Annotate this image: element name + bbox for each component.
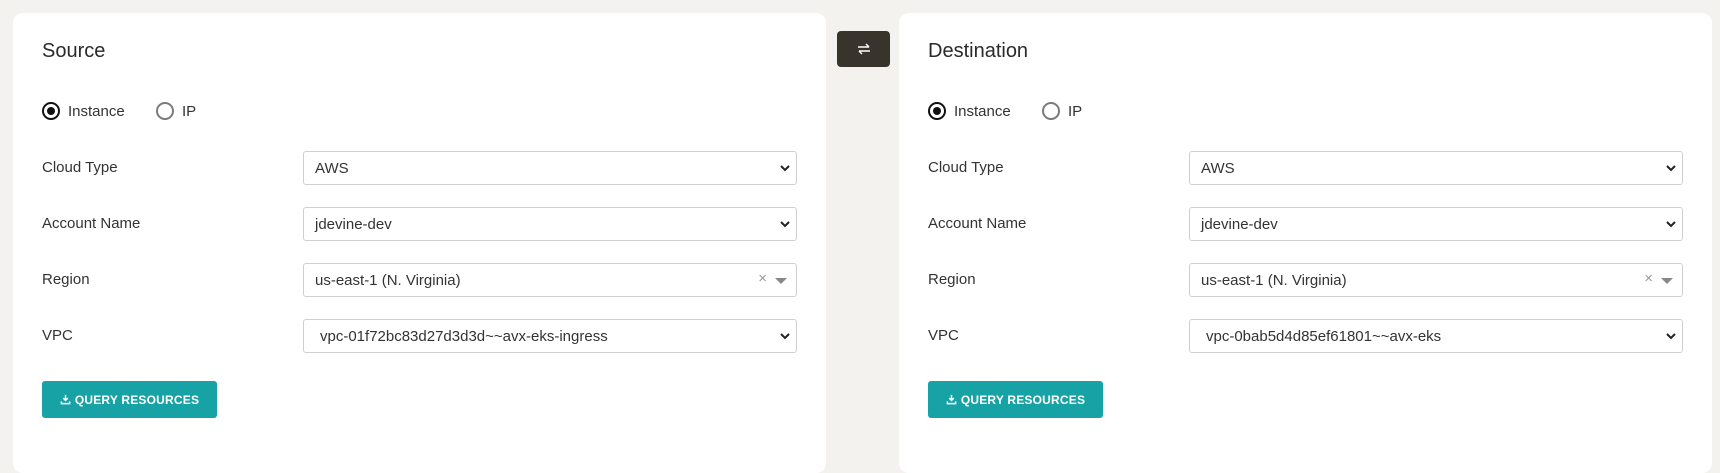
destination-account-name-select[interactable]: jdevine-dev: [1189, 207, 1683, 241]
source-cloud-type-value: AWS: [315, 159, 349, 177]
swap-button[interactable]: [837, 31, 890, 67]
chevron-down-icon: [1666, 221, 1676, 228]
source-account-name-label: Account Name: [42, 215, 141, 232]
caret-down-icon[interactable]: [1661, 278, 1673, 284]
destination-title: Destination: [928, 40, 1029, 62]
destination-query-resources-button[interactable]: QUERY RESOURCES: [928, 381, 1103, 418]
source-cloud-type-label: Cloud Type: [42, 159, 118, 176]
source-vpc-label: VPC: [42, 327, 73, 344]
source-query-resources-button[interactable]: QUERY RESOURCES: [42, 381, 217, 418]
radio-checked-icon: [928, 102, 946, 120]
download-icon: [60, 394, 71, 405]
chevron-down-icon: [1666, 165, 1676, 172]
source-radio-instance[interactable]: Instance: [42, 99, 125, 123]
source-cloud-type-select[interactable]: AWS: [303, 151, 797, 185]
source-region-clear-icon[interactable]: ×: [758, 270, 767, 287]
destination-region-label: Region: [928, 271, 976, 288]
radio-checked-icon: [42, 102, 60, 120]
source-radio-instance-label: Instance: [68, 102, 125, 120]
destination-vpc-select[interactable]: vpc-0bab5d4d85ef61801~~avx-eks: [1189, 319, 1683, 353]
source-radio-ip-label: IP: [182, 102, 197, 120]
destination-panel: Destination Instance IP Cloud Type AWS A…: [899, 13, 1712, 473]
source-account-name-value: jdevine-dev: [315, 215, 392, 233]
source-panel: Source Instance IP Cloud Type AWS Accoun…: [13, 13, 826, 473]
destination-region-value: us-east-1 (N. Virginia): [1201, 271, 1347, 289]
source-title: Source: [42, 40, 106, 62]
chevron-down-icon: [780, 221, 790, 228]
swap-arrows-icon: [857, 43, 870, 55]
source-radio-ip[interactable]: IP: [156, 99, 196, 123]
destination-cloud-type-select[interactable]: AWS: [1189, 151, 1683, 185]
source-region-label: Region: [42, 271, 90, 288]
caret-down-icon[interactable]: [775, 278, 787, 284]
chevron-down-icon: [780, 165, 790, 172]
source-query-resources-label: QUERY RESOURCES: [74, 392, 200, 407]
source-vpc-select[interactable]: vpc-01f72bc83d27d3d3d~~avx-eks-ingress: [303, 319, 797, 353]
destination-account-name-value: jdevine-dev: [1201, 215, 1278, 233]
source-region-value: us-east-1 (N. Virginia): [315, 271, 461, 289]
radio-unchecked-icon: [156, 102, 174, 120]
destination-region-select[interactable]: us-east-1 (N. Virginia) ×: [1189, 263, 1683, 297]
source-account-name-select[interactable]: jdevine-dev: [303, 207, 797, 241]
destination-radio-instance-label: Instance: [954, 102, 1011, 120]
destination-cloud-type-value: AWS: [1201, 159, 1235, 177]
destination-query-resources-label: QUERY RESOURCES: [960, 392, 1086, 407]
chevron-down-icon: [780, 333, 790, 340]
destination-radio-ip[interactable]: IP: [1042, 99, 1082, 123]
download-icon: [946, 394, 957, 405]
chevron-down-icon: [1666, 333, 1676, 340]
destination-vpc-label: VPC: [928, 327, 959, 344]
radio-unchecked-icon: [1042, 102, 1060, 120]
destination-region-clear-icon[interactable]: ×: [1644, 270, 1653, 287]
destination-vpc-value: vpc-0bab5d4d85ef61801~~avx-eks: [1206, 327, 1442, 345]
source-vpc-value: vpc-01f72bc83d27d3d3d~~avx-eks-ingress: [320, 327, 608, 345]
destination-cloud-type-label: Cloud Type: [928, 159, 1004, 176]
source-region-select[interactable]: us-east-1 (N. Virginia) ×: [303, 263, 797, 297]
destination-radio-ip-label: IP: [1068, 102, 1083, 120]
destination-radio-instance[interactable]: Instance: [928, 99, 1011, 123]
destination-account-name-label: Account Name: [928, 215, 1027, 232]
